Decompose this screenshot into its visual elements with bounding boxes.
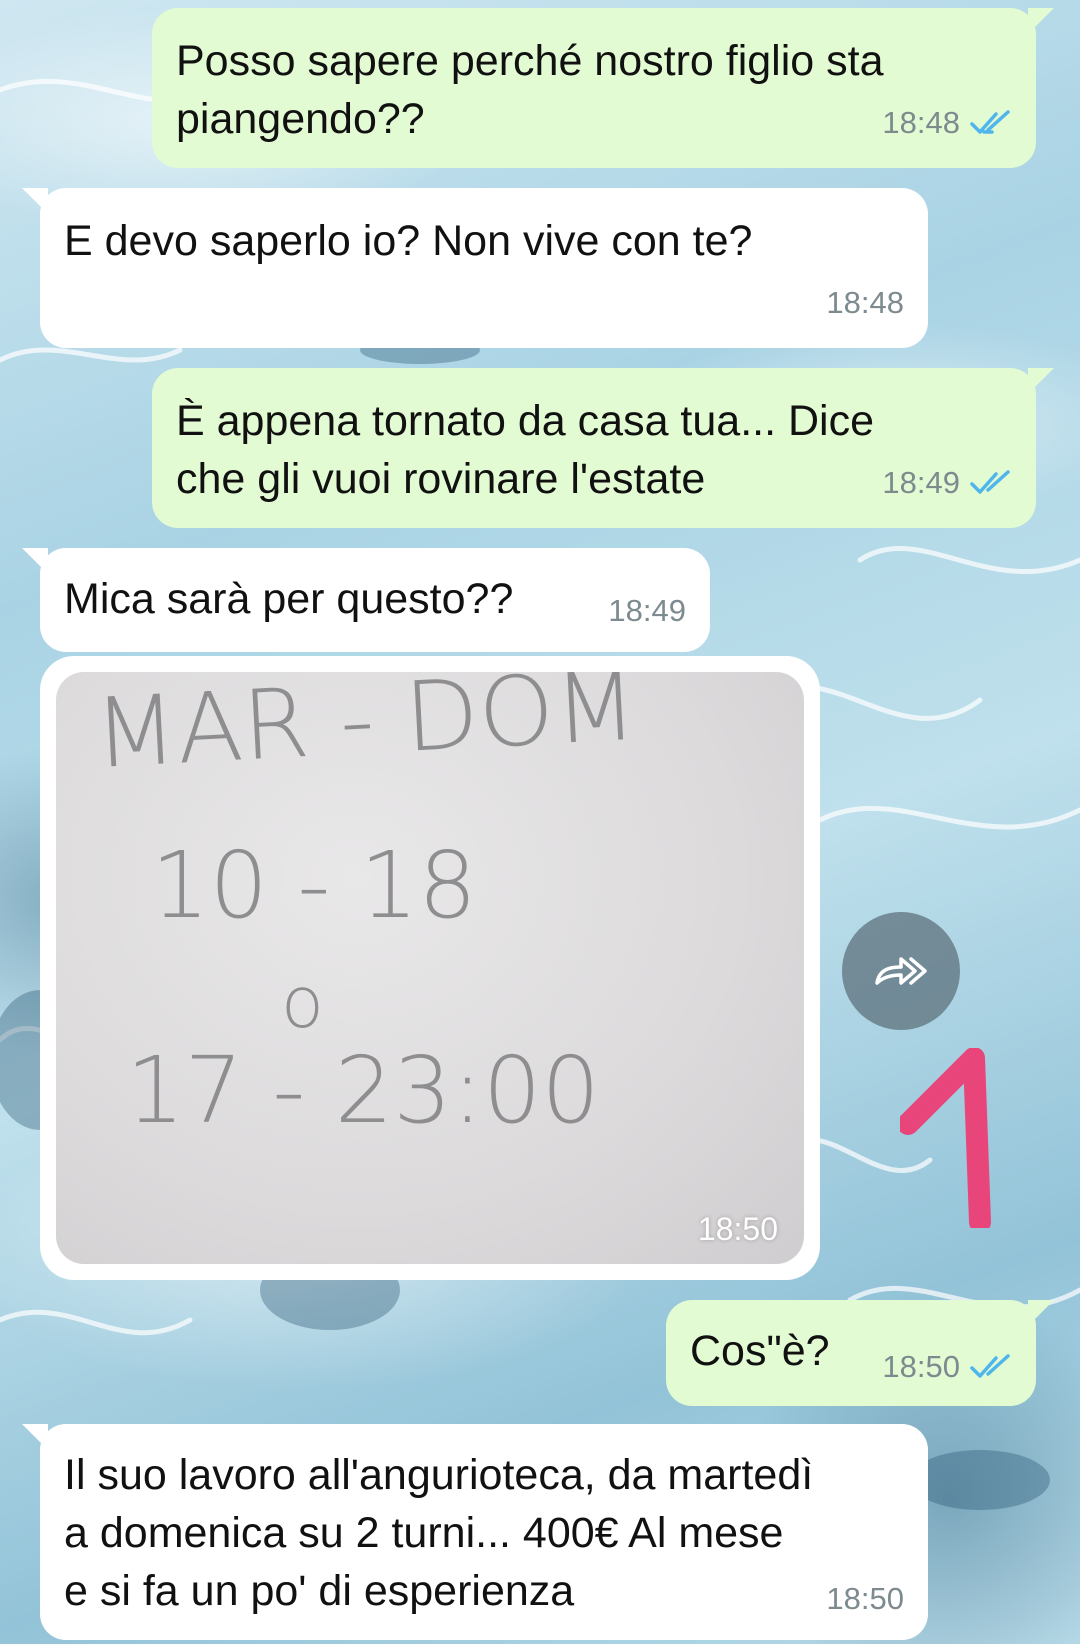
- message-bubble-outgoing[interactable]: Cos"è? 18:50: [666, 1300, 1054, 1406]
- photo-text-line: 10 - 18: [151, 832, 477, 939]
- message-bubble-incoming[interactable]: Il suo lavoro all'angurioteca, da marted…: [22, 1424, 928, 1640]
- image-message[interactable]: MAR - DOM 10 - 18 o 17 - 23:00 18:50: [40, 656, 820, 1280]
- double-check-icon: [970, 470, 1010, 494]
- message-text: Cos"è?: [690, 1327, 830, 1375]
- message-meta: 18:49: [882, 454, 1012, 512]
- message-text: E devo saperlo io? Non vive con te?: [64, 217, 753, 265]
- message-time: 18:50: [882, 1349, 960, 1384]
- message-time: 18:49: [882, 465, 960, 500]
- message-bubble-outgoing[interactable]: È appena tornato da casa tua... Dice che…: [152, 368, 1054, 528]
- message-bubble-incoming[interactable]: E devo saperlo io? Non vive con te? 18:4…: [22, 188, 928, 348]
- message-time: 18:50: [697, 1211, 778, 1247]
- message-text: Posso sapere perché nostro figlio sta pi…: [176, 37, 884, 143]
- message-text: Il suo lavoro all'angurioteca, da marted…: [64, 1451, 814, 1615]
- photo-text-line: o: [281, 962, 324, 1044]
- message-time: 18:48: [826, 285, 904, 320]
- message-text: Mica sarà per questo??: [64, 575, 514, 623]
- forward-button[interactable]: [842, 912, 960, 1030]
- message-text: È appena tornato da casa tua... Dice che…: [176, 397, 875, 503]
- photo-text-line: MAR - DOM: [91, 672, 639, 790]
- message-meta: 18:48: [882, 94, 1012, 152]
- message-bubble-incoming[interactable]: Mica sarà per questo?? 18:49: [22, 548, 710, 652]
- message-meta: 18:49: [608, 582, 686, 640]
- double-check-icon: [970, 1354, 1010, 1378]
- forward-icon: [875, 957, 927, 985]
- message-time: 18:50: [826, 1581, 904, 1616]
- message-time: 18:49: [608, 593, 686, 628]
- message-time: 18:48: [882, 105, 960, 140]
- double-check-icon: [970, 110, 1010, 134]
- message-meta: 18:48: [826, 274, 904, 332]
- photo-handwritten-schedule[interactable]: MAR - DOM 10 - 18 o 17 - 23:00 18:50: [56, 672, 804, 1264]
- annotation-number-one: [900, 1048, 991, 1228]
- photo-text-line: 17 - 23:00: [126, 1037, 600, 1144]
- message-bubble-outgoing[interactable]: Posso sapere perché nostro figlio sta pi…: [152, 8, 1054, 168]
- message-meta: 18:50: [826, 1570, 904, 1628]
- message-meta: 18:50: [882, 1338, 1012, 1396]
